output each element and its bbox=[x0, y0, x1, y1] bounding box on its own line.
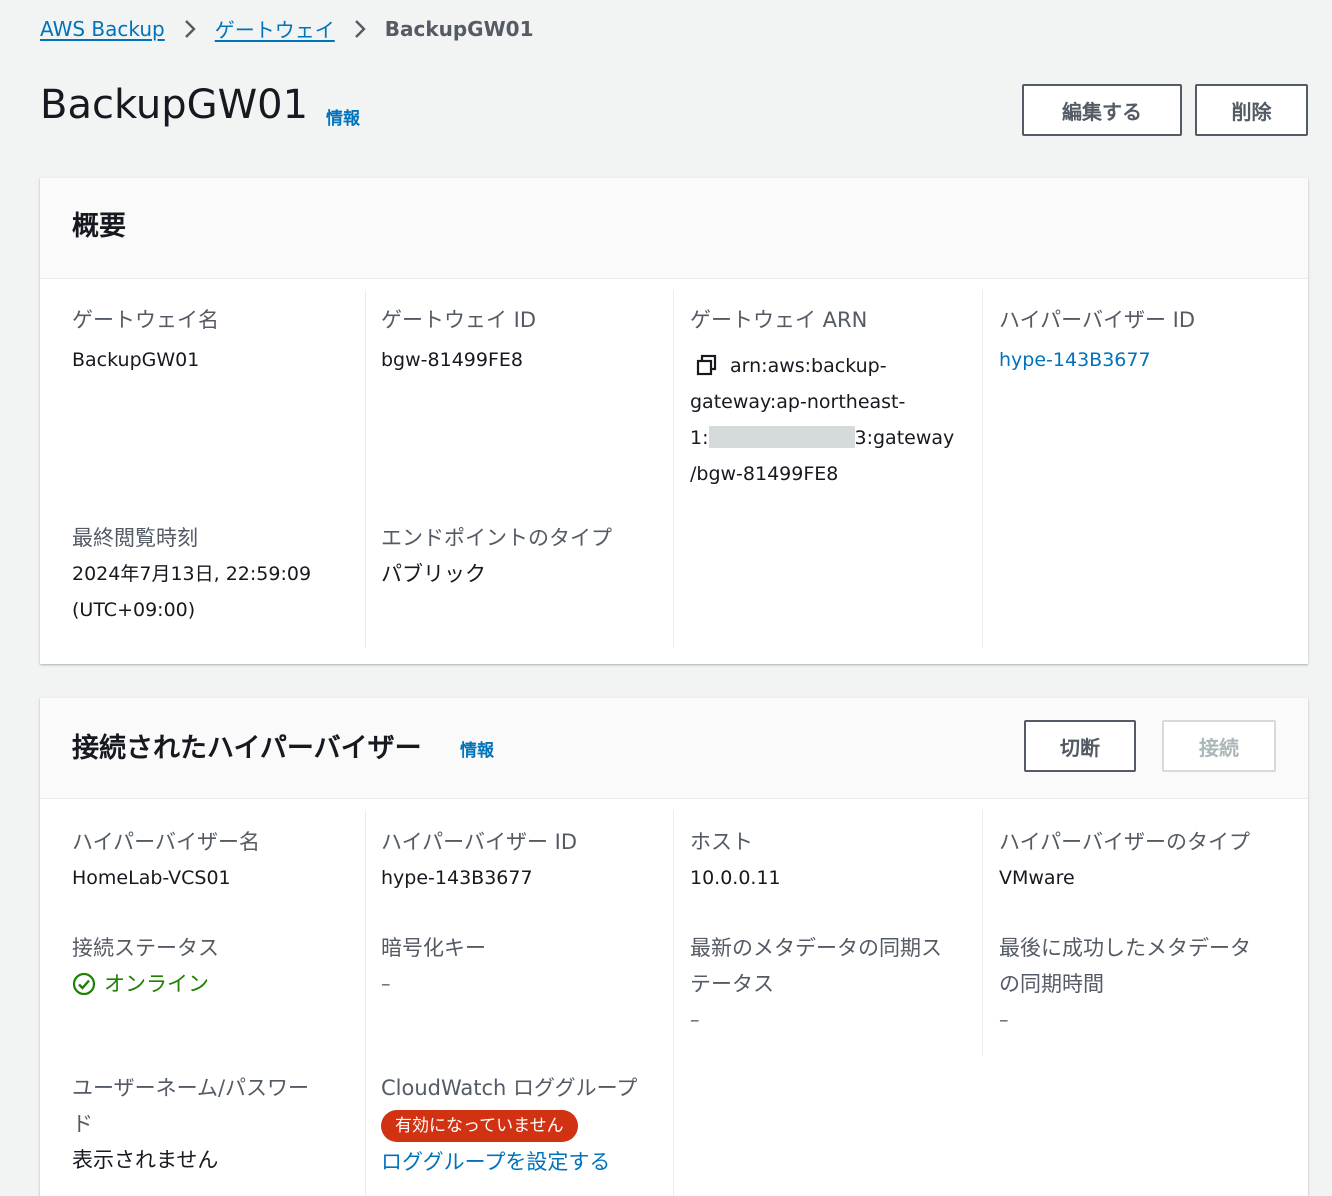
arn-line: arn:aws:backup- bbox=[730, 355, 887, 377]
disconnect-button[interactable]: 切断 bbox=[1024, 720, 1136, 772]
host-value: 10.0.0.11 bbox=[690, 867, 781, 889]
hypervisor-name-field: ハイパーバイザー名 HomeLab-VCS01 bbox=[72, 824, 352, 896]
hypervisor-id-label: ハイパーバイザー ID bbox=[999, 308, 1195, 332]
encryption-key-value: – bbox=[381, 973, 391, 995]
hypervisor-header: 接続されたハイパーバイザー 情報 切断 接続 bbox=[40, 698, 1308, 799]
last-seen-label: 最終閲覧時刻 bbox=[72, 526, 198, 550]
encryption-key-field: 暗号化キー – bbox=[381, 930, 661, 1002]
latest-sync-status-value: – bbox=[690, 1009, 700, 1031]
latest-sync-status-label: テータス bbox=[690, 972, 774, 996]
column-divider bbox=[982, 810, 983, 1056]
credentials-label: ユーザーネーム/パスワー bbox=[72, 1076, 310, 1100]
delete-button[interactable]: 削除 bbox=[1195, 84, 1308, 136]
endpoint-type-label: エンドポイントのタイプ bbox=[381, 526, 612, 550]
arn-line: /bgw-81499FE8 bbox=[690, 463, 839, 485]
breadcrumb-gateways[interactable]: ゲートウェイ bbox=[215, 14, 335, 43]
breadcrumb-current: BackupGW01 bbox=[384, 16, 534, 41]
breadcrumb-aws-backup[interactable]: AWS Backup bbox=[40, 17, 165, 41]
last-success-sync-label: の同期時間 bbox=[999, 972, 1104, 996]
gateway-name-label: ゲートウェイ名 bbox=[72, 308, 219, 332]
log-group-status-badge: 有効になっていません bbox=[381, 1110, 578, 1142]
hypervisor-id-label: ハイパーバイザー ID bbox=[381, 830, 577, 854]
latest-sync-status-field: 最新のメタデータの同期ス テータス – bbox=[690, 930, 970, 1038]
gateway-arn-field: ゲートウェイ ARN arn:aws:backup- gateway:ap-no… bbox=[690, 302, 970, 492]
last-success-sync-value: – bbox=[999, 1009, 1009, 1031]
gateway-id-value: bgw-81499FE8 bbox=[381, 349, 523, 371]
connection-status-label: 接続ステータス bbox=[72, 936, 219, 960]
column-divider bbox=[982, 290, 983, 648]
check-circle-icon bbox=[72, 972, 96, 996]
log-group-field: CloudWatch ロググループ 有効になっていません ロググループを設定する bbox=[381, 1070, 661, 1180]
redacted-account-id bbox=[708, 426, 855, 448]
arn-line: 3:gateway bbox=[854, 427, 955, 449]
credentials-label: ド bbox=[72, 1112, 93, 1136]
latest-sync-status-label: 最新のメタデータの同期ス bbox=[690, 936, 942, 960]
arn-line: gateway:ap-northeast- bbox=[690, 391, 906, 413]
gateway-name-field: ゲートウェイ名 BackupGW01 bbox=[72, 302, 352, 378]
hypervisor-id-field: ハイパーバイザー ID hype-143B3677 bbox=[999, 302, 1279, 378]
hypervisor-title: 接続されたハイパーバイザー bbox=[72, 733, 422, 764]
overview-panel: 概要 ゲートウェイ名 BackupGW01 最終閲覧時刻 2024年7月13日,… bbox=[40, 178, 1308, 664]
chevron-right-icon bbox=[353, 18, 367, 40]
hypervisor-id-value: hype-143B3677 bbox=[381, 867, 533, 889]
column-divider bbox=[365, 290, 366, 648]
last-success-sync-field: 最後に成功したメタデータ の同期時間 – bbox=[999, 930, 1279, 1038]
last-seen-value-tz: (UTC+09:00) bbox=[72, 599, 196, 621]
host-field: ホスト 10.0.0.11 bbox=[690, 824, 970, 896]
gateway-arn-label: ゲートウェイ ARN bbox=[690, 308, 868, 332]
hypervisor-type-value: VMware bbox=[999, 867, 1075, 889]
hypervisor-type-field: ハイパーバイザーのタイプ VMware bbox=[999, 824, 1279, 896]
overview-header: 概要 bbox=[40, 178, 1308, 279]
endpoint-type-value: パブリック bbox=[381, 562, 486, 586]
info-link[interactable]: 情報 bbox=[326, 104, 360, 129]
connect-button[interactable]: 接続 bbox=[1162, 720, 1276, 772]
page-title: BackupGW01 bbox=[40, 82, 309, 128]
gateway-arn-value: arn:aws:backup- gateway:ap-northeast- 1:… bbox=[690, 348, 968, 492]
last-success-sync-label: 最後に成功したメタデータ bbox=[999, 936, 1251, 960]
hypervisor-id-link[interactable]: hype-143B3677 bbox=[999, 342, 1279, 378]
endpoint-type-field: エンドポイントのタイプ パブリック bbox=[381, 520, 661, 592]
arn-line: 1: bbox=[690, 427, 709, 449]
connection-status-field: 接続ステータス オンライン bbox=[72, 930, 352, 1002]
chevron-right-icon bbox=[183, 18, 197, 40]
column-divider bbox=[673, 810, 674, 1196]
column-divider bbox=[365, 810, 366, 1196]
last-seen-value-date: 2024年7月13日, 22:59:09 bbox=[72, 563, 312, 585]
copy-icon[interactable] bbox=[696, 352, 718, 376]
hypervisor-type-label: ハイパーバイザーのタイプ bbox=[999, 830, 1250, 854]
gateway-id-field: ゲートウェイ ID bgw-81499FE8 bbox=[381, 302, 661, 378]
breadcrumb: AWS Backup ゲートウェイ BackupGW01 bbox=[40, 14, 534, 43]
connection-status-text: オンライン bbox=[104, 972, 209, 996]
hypervisor-panel: 接続されたハイパーバイザー 情報 切断 接続 ハイパーバイザー名 HomeLab… bbox=[40, 698, 1308, 1196]
page: AWS Backup ゲートウェイ BackupGW01 BackupGW01 … bbox=[0, 0, 1332, 1196]
credentials-value: 表示されません bbox=[72, 1148, 219, 1172]
configure-log-group-link[interactable]: ロググループを設定する bbox=[381, 1144, 661, 1180]
host-label: ホスト bbox=[690, 830, 753, 854]
last-seen-field: 最終閲覧時刻 2024年7月13日, 22:59:09 (UTC+09:00) bbox=[72, 520, 352, 628]
info-link[interactable]: 情報 bbox=[460, 736, 494, 761]
log-group-label: CloudWatch ロググループ bbox=[381, 1076, 638, 1100]
hypervisor-name-label: ハイパーバイザー名 bbox=[72, 830, 260, 854]
overview-title: 概要 bbox=[72, 211, 126, 242]
hypervisor-id-field: ハイパーバイザー ID hype-143B3677 bbox=[381, 824, 661, 896]
gateway-id-label: ゲートウェイ ID bbox=[381, 308, 537, 332]
edit-button[interactable]: 編集する bbox=[1022, 84, 1182, 136]
column-divider bbox=[673, 290, 674, 648]
gateway-name-value: BackupGW01 bbox=[72, 349, 200, 371]
connection-status-value: オンライン bbox=[72, 966, 352, 1002]
hypervisor-name-value: HomeLab-VCS01 bbox=[72, 867, 231, 889]
encryption-key-label: 暗号化キー bbox=[381, 936, 486, 960]
credentials-field: ユーザーネーム/パスワー ド 表示されません bbox=[72, 1070, 352, 1178]
